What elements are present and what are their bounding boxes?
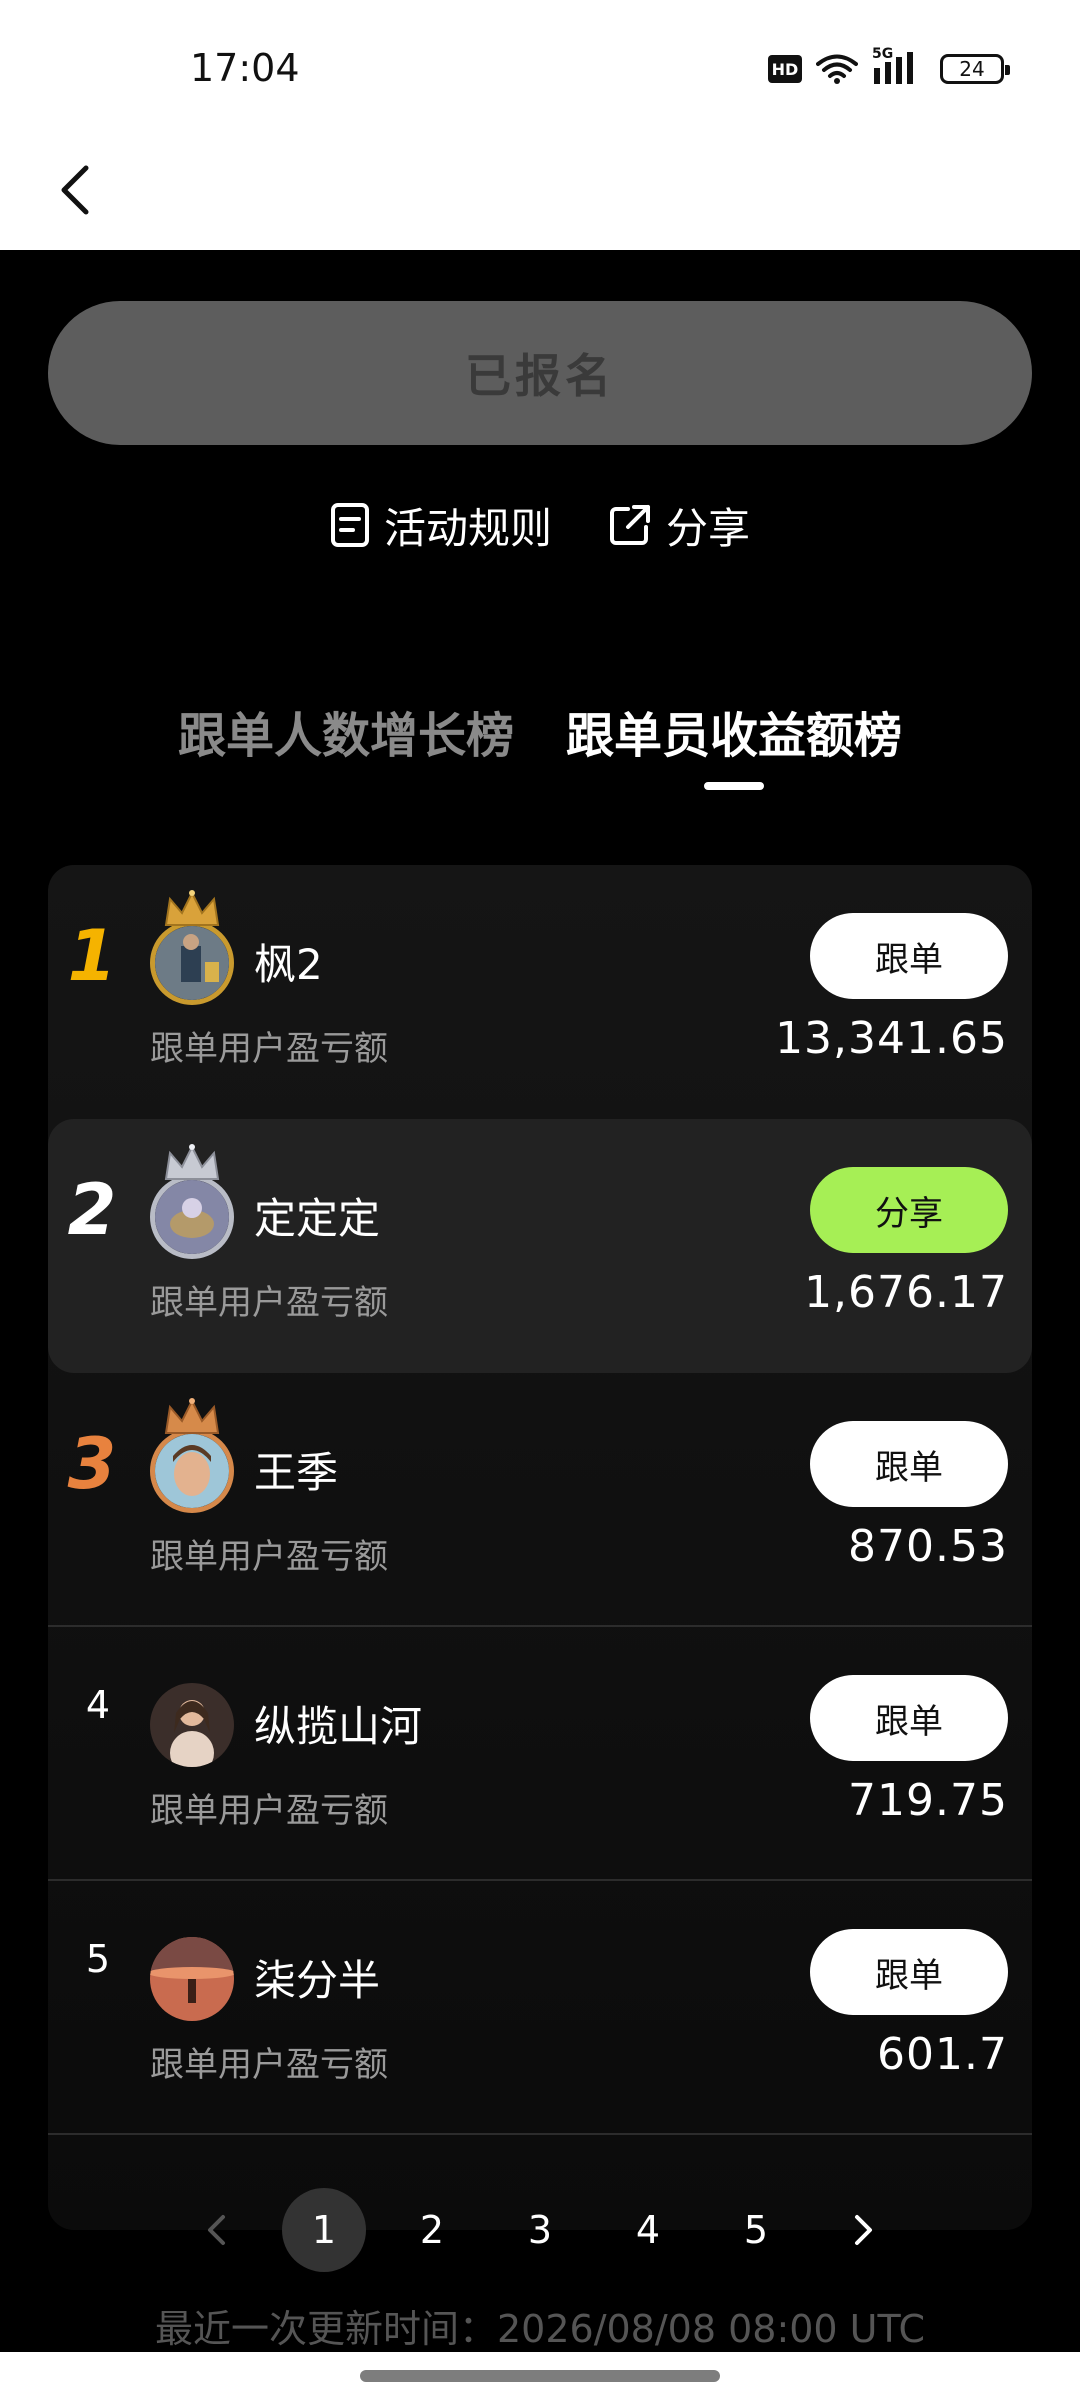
page-4-button[interactable]: 4 [606,2188,690,2272]
status-icons: HD 5G 24 [768,46,1010,86]
profit-amount: 719.75 [848,1775,1008,1826]
user-name: 柒分半 [254,1956,381,2005]
row-divider [48,2133,1032,2135]
avatar[interactable] [150,1683,234,1767]
chevron-left-icon [208,2215,225,2245]
silver-crown-icon [164,1144,220,1180]
leaderboard-row: 5 柒分半 跟单用户盈亏额 跟单 601.7 [48,1881,1032,2135]
leaderboard: 1 枫2 跟单用户盈亏额 跟单 13,341.65 2 定定定 跟单用户盈亏额 … [48,865,1032,2230]
document-icon [330,503,369,547]
last-update-time: 最近一次更新时间：2026/08/08 08:00 UTC [154,2307,926,2351]
ranking-tabs: 跟单人数增长榜 跟单员收益额榜 [0,690,1080,810]
bronze-crown-icon [164,1398,220,1434]
battery-icon: 24 [940,54,1010,84]
follow-button[interactable]: 跟单 [810,1421,1008,1507]
user-name: 纵揽山河 [254,1702,423,1751]
rules-label: 活动规则 [383,503,552,553]
share-button[interactable]: 分享 [810,1167,1008,1253]
profit-amount: 1,676.17 [804,1267,1008,1318]
user-subtitle: 跟单用户盈亏额 [150,1029,388,1069]
rank-number: 2 [67,1169,117,1251]
next-page-button[interactable] [822,2188,906,2272]
rank-number: 5 [85,1937,111,1981]
main-content: 已报名 活动规则 分享 跟单人数增长榜 跟单员收益额榜 1 枫2 跟单用户盈亏额… [0,250,1080,2400]
user-name: 王季 [254,1448,339,1497]
page-5-button[interactable]: 5 [714,2188,798,2272]
rank-number: 1 [67,915,117,997]
profit-amount: 601.7 [877,2029,1008,2080]
nav-header [0,140,1080,250]
home-indicator[interactable] [360,2370,720,2382]
chevron-left-icon [61,165,89,215]
registered-button[interactable]: 已报名 [48,301,1032,445]
rules-link[interactable]: 活动规则 [330,495,552,556]
avatar[interactable] [150,1429,234,1513]
page-2-button[interactable]: 2 [390,2188,474,2272]
share-link[interactable]: 分享 [608,495,750,556]
avatar[interactable] [150,1937,234,2021]
follow-button[interactable]: 跟单 [810,1929,1008,2015]
user-name: 定定定 [254,1194,381,1243]
user-name: 枫2 [254,940,323,989]
avatar[interactable] [150,921,234,1005]
gold-crown-icon [164,890,220,926]
chevron-right-icon [855,2215,872,2245]
profit-amount: 13,341.65 [775,1013,1008,1064]
hd-icon: HD [768,55,802,83]
status-bar: 17:04 HD 5G 24 [0,0,1080,140]
user-subtitle: 跟单用户盈亏额 [150,1283,388,1323]
status-time: 17:04 [190,46,300,90]
pagination: 1 2 3 4 5 [0,2185,1080,2275]
back-button[interactable] [36,150,116,230]
links-row: 活动规则 分享 [0,485,1080,565]
leaderboard-row: 3 王季 跟单用户盈亏额 跟单 870.53 [48,1373,1032,1627]
tab-trader-earnings[interactable]: 跟单员收益额榜 [566,690,902,810]
page-3-button[interactable]: 3 [498,2188,582,2272]
active-tab-indicator [704,782,764,790]
share-external-icon [610,505,650,545]
rank-number: 4 [85,1683,111,1727]
share-label: 分享 [666,503,751,553]
follow-button[interactable]: 跟单 [810,1675,1008,1761]
system-nav-area [0,2352,1080,2400]
tab-label: 跟单员收益额榜 [566,708,903,764]
follow-button[interactable]: 跟单 [810,913,1008,999]
rank-number: 3 [67,1423,117,1505]
tab-label: 跟单人数增长榜 [177,708,514,764]
tab-follower-growth[interactable]: 跟单人数增长榜 [178,690,514,810]
user-subtitle: 跟单用户盈亏额 [150,1791,388,1831]
signal-icon: 5G [872,46,918,86]
prev-page-button[interactable] [174,2188,258,2272]
avatar[interactable] [150,1175,234,1259]
page-1-button[interactable]: 1 [282,2188,366,2272]
leaderboard-row-current-user: 2 定定定 跟单用户盈亏额 分享 1,676.17 [48,1119,1032,1373]
profit-amount: 870.53 [848,1521,1008,1572]
user-subtitle: 跟单用户盈亏额 [150,2045,388,2085]
leaderboard-row: 4 纵揽山河 跟单用户盈亏额 跟单 719.75 [48,1627,1032,1881]
leaderboard-row: 1 枫2 跟单用户盈亏额 跟单 13,341.65 [48,865,1032,1119]
battery-level: 24 [959,57,985,81]
wifi-icon [816,54,858,84]
user-subtitle: 跟单用户盈亏额 [150,1537,388,1577]
